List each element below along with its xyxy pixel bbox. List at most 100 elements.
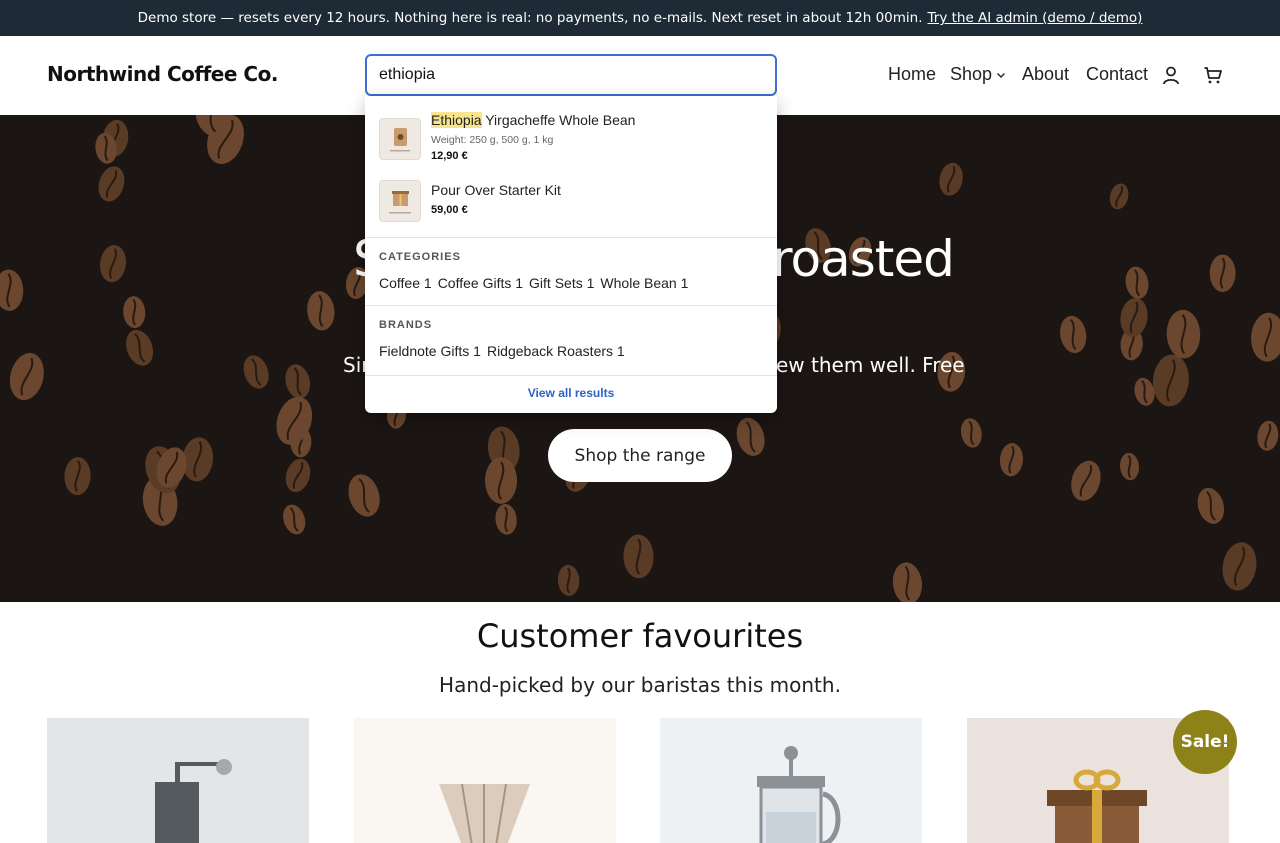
brand-count: 1	[473, 343, 481, 359]
cart-button[interactable]	[1202, 64, 1224, 86]
product-name-match: Ethiopia	[431, 112, 482, 128]
coffee-bean	[1152, 354, 1189, 407]
product-card[interactable]	[354, 718, 616, 843]
coffee-bean	[123, 296, 146, 329]
user-icon	[1163, 66, 1179, 85]
nav-about-label: About	[1022, 64, 1070, 84]
hero-title-right: roasted	[772, 230, 955, 288]
coffee-bean	[939, 162, 963, 196]
coffee-bean	[9, 353, 44, 401]
product-price: 59,00 €	[431, 204, 468, 216]
coffee-bean	[1222, 542, 1257, 591]
category-chip[interactable]: Gift Sets 1	[529, 275, 594, 291]
coffee-bean	[126, 329, 154, 366]
search-input[interactable]	[365, 54, 777, 96]
category-count: 1	[423, 275, 432, 291]
coffee-bean	[348, 474, 380, 517]
favourites-title: Customer favourites	[476, 617, 804, 655]
coffee-bean	[285, 364, 311, 399]
coffee-bean	[1060, 315, 1087, 354]
banner-admin-link[interactable]: Try the AI admin (demo / demo)	[928, 10, 1143, 26]
gift-box-icon	[389, 191, 411, 214]
category-label: Coffee Gifts	[437, 275, 512, 291]
favourites-subtitle: Hand-picked by our baristas this month.	[439, 673, 841, 697]
product-name: Ethiopia Yirgacheffe Whole Bean	[431, 112, 635, 128]
category-label: Coffee	[379, 275, 420, 291]
divider	[365, 237, 777, 238]
coffee-bean	[960, 418, 982, 448]
coffee-bean	[1125, 266, 1149, 299]
coffee-bean	[64, 457, 91, 496]
coffee-bean	[892, 562, 923, 602]
product-price: 12,90 €	[431, 150, 468, 162]
french-press-icon	[757, 746, 841, 843]
hero-subtitle-right: ew them well. Free	[776, 353, 965, 377]
coffee-bean	[623, 534, 654, 579]
search-result-product[interactable]: Pour Over Starter Kit 59,00 €	[365, 174, 777, 240]
coffee-bean	[285, 458, 311, 493]
brand-count: 1	[616, 343, 625, 359]
coffee-bean	[1166, 309, 1201, 359]
coffee-bean	[0, 269, 24, 311]
coffee-bean	[1251, 312, 1280, 362]
category-chip[interactable]: Coffee 1	[379, 275, 432, 291]
coffee-bean	[1120, 297, 1148, 337]
product-card[interactable]	[660, 718, 922, 843]
coffee-bean	[1257, 420, 1279, 451]
category-chip[interactable]: Whole Bean 1	[600, 275, 688, 291]
brand-chip[interactable]: Fieldnote Gifts 1	[379, 343, 481, 359]
product-card[interactable]	[47, 718, 309, 843]
nav-contact[interactable]: Contact	[1086, 64, 1148, 85]
chevron-down-icon	[997, 72, 1006, 78]
coffee-bean	[1209, 254, 1236, 293]
coffee-bean	[999, 443, 1023, 477]
nav-contact-label: Contact	[1086, 64, 1149, 84]
coffee-bean	[495, 503, 517, 535]
account-button[interactable]	[1160, 64, 1182, 86]
coffee-bean	[1120, 452, 1140, 481]
site-logo[interactable]: Northwind Coffee Co.	[47, 62, 278, 86]
brand-chip[interactable]: Ridgeback Roasters 1	[487, 343, 625, 359]
search-result-product[interactable]: Ethiopia Yirgacheffe Whole Bean Weight: …	[365, 102, 777, 168]
pour-over-dripper-icon	[439, 783, 530, 843]
nav-about[interactable]: About	[1022, 64, 1069, 85]
product-name: Pour Over Starter Kit	[431, 182, 561, 198]
coffee-bean	[283, 504, 306, 535]
brand-label: Ridgeback Roasters	[486, 343, 614, 359]
nav-home[interactable]: Home	[888, 64, 936, 85]
coffee-bean	[307, 291, 335, 331]
coffee-bag-icon	[390, 128, 410, 152]
divider	[365, 375, 777, 376]
brands-heading: BRANDS	[379, 319, 433, 331]
coffee-bean	[243, 355, 269, 389]
divider	[365, 305, 777, 306]
product-thumbnail	[379, 180, 421, 222]
demo-banner: Demo store — resets every 12 hours. Noth…	[0, 0, 1280, 36]
category-label: Gift Sets	[529, 275, 583, 291]
product-meta: Weight: 250 g, 500 g, 1 kg	[431, 134, 554, 146]
coffee-bean	[557, 564, 580, 596]
brand-label: Fieldnote Gifts	[379, 343, 470, 359]
product-thumbnail	[379, 118, 421, 160]
shop-the-range-button[interactable]: Shop the range	[548, 429, 732, 482]
coffee-bean	[98, 166, 125, 202]
category-chip[interactable]: Coffee Gifts 1	[438, 275, 523, 291]
coffee-bean	[1109, 183, 1129, 210]
category-list: Coffee 1 Coffee Gifts 1 Gift Sets 1 Whol…	[379, 275, 688, 291]
brand-list: Fieldnote Gifts 1 Ridgeback Roasters 1	[379, 343, 625, 359]
nav-shop-label: Shop	[950, 64, 993, 84]
sale-badge: Sale!	[1173, 710, 1237, 774]
nav-home-label: Home	[888, 64, 937, 84]
coffee-bean	[484, 457, 518, 504]
search-results-dropdown: Ethiopia Yirgacheffe Whole Bean Weight: …	[365, 96, 777, 413]
nav-shop[interactable]: Shop	[950, 64, 1007, 85]
coffee-bean	[736, 417, 765, 456]
coffee-grinder-icon	[155, 759, 232, 843]
categories-heading: CATEGORIES	[379, 251, 461, 263]
coffee-bean	[100, 245, 126, 283]
category-label: Whole Bean	[600, 275, 677, 291]
view-all-results-link[interactable]: View all results	[365, 386, 777, 400]
coffee-bean	[1071, 460, 1101, 501]
banner-text: Demo store — resets every 12 hours. Noth…	[137, 10, 923, 26]
category-count: 1	[680, 275, 689, 291]
